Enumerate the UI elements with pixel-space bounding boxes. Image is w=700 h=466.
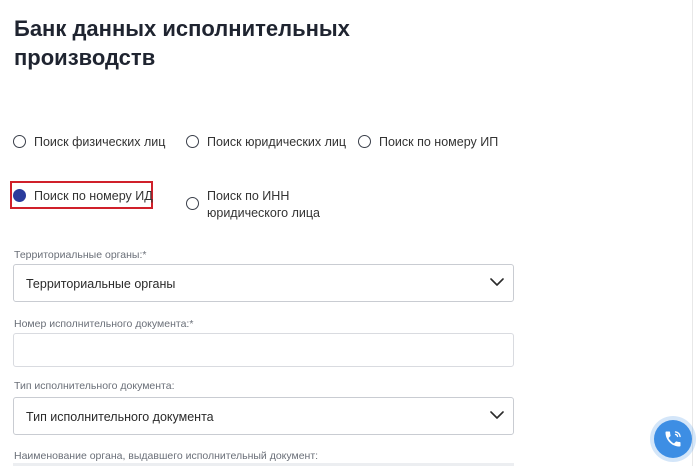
- territorial-label: Территориальные органы:*: [14, 249, 147, 261]
- doc-type-label: Тип исполнительного документа:: [14, 380, 175, 392]
- radio-label: Поиск физических лиц: [34, 135, 166, 149]
- radio-circle-icon[interactable]: [186, 135, 199, 148]
- radio-label: Поиск по номеру ИП: [379, 135, 499, 149]
- doc-number-label: Номер исполнительного документа:*: [14, 318, 194, 330]
- radio-search-id-number[interactable]: Поиск по номеру ИД: [13, 188, 153, 205]
- radio-checked-icon[interactable]: [13, 189, 26, 202]
- radio-search-inn-legal[interactable]: Поиск по ИНН юридического лица: [186, 188, 320, 222]
- doc-type-select[interactable]: Тип исполнительного документа: [13, 397, 514, 435]
- call-button[interactable]: [654, 420, 692, 458]
- divider: [692, 0, 693, 466]
- page-title: Банк данных исполнительных производств: [14, 16, 350, 70]
- radio-search-legal-entities[interactable]: Поиск юридических лиц: [186, 134, 346, 151]
- phone-call-icon: [665, 431, 681, 447]
- doc-number-input[interactable]: [13, 333, 514, 367]
- radio-circle-icon[interactable]: [13, 135, 26, 148]
- chevron-down-icon: [490, 278, 504, 286]
- radio-search-ip-number[interactable]: Поиск по номеру ИП: [358, 134, 498, 151]
- territorial-select-value: Территориальные органы: [26, 277, 176, 291]
- radio-label: Поиск по ИНН юридического лица: [207, 189, 320, 220]
- radio-search-individuals[interactable]: Поиск физических лиц: [13, 134, 165, 151]
- issuer-label: Наименование органа, выдавшего исполните…: [14, 450, 319, 462]
- radio-label: Поиск по номеру ИД: [34, 189, 153, 203]
- territorial-select[interactable]: Территориальные органы: [13, 264, 514, 302]
- page: Банк данных исполнительных производств П…: [0, 0, 700, 466]
- radio-circle-icon[interactable]: [186, 197, 199, 210]
- chevron-down-icon: [490, 411, 504, 419]
- radio-circle-icon[interactable]: [358, 135, 371, 148]
- doc-type-select-value: Тип исполнительного документа: [26, 410, 214, 424]
- radio-label: Поиск юридических лиц: [207, 135, 347, 149]
